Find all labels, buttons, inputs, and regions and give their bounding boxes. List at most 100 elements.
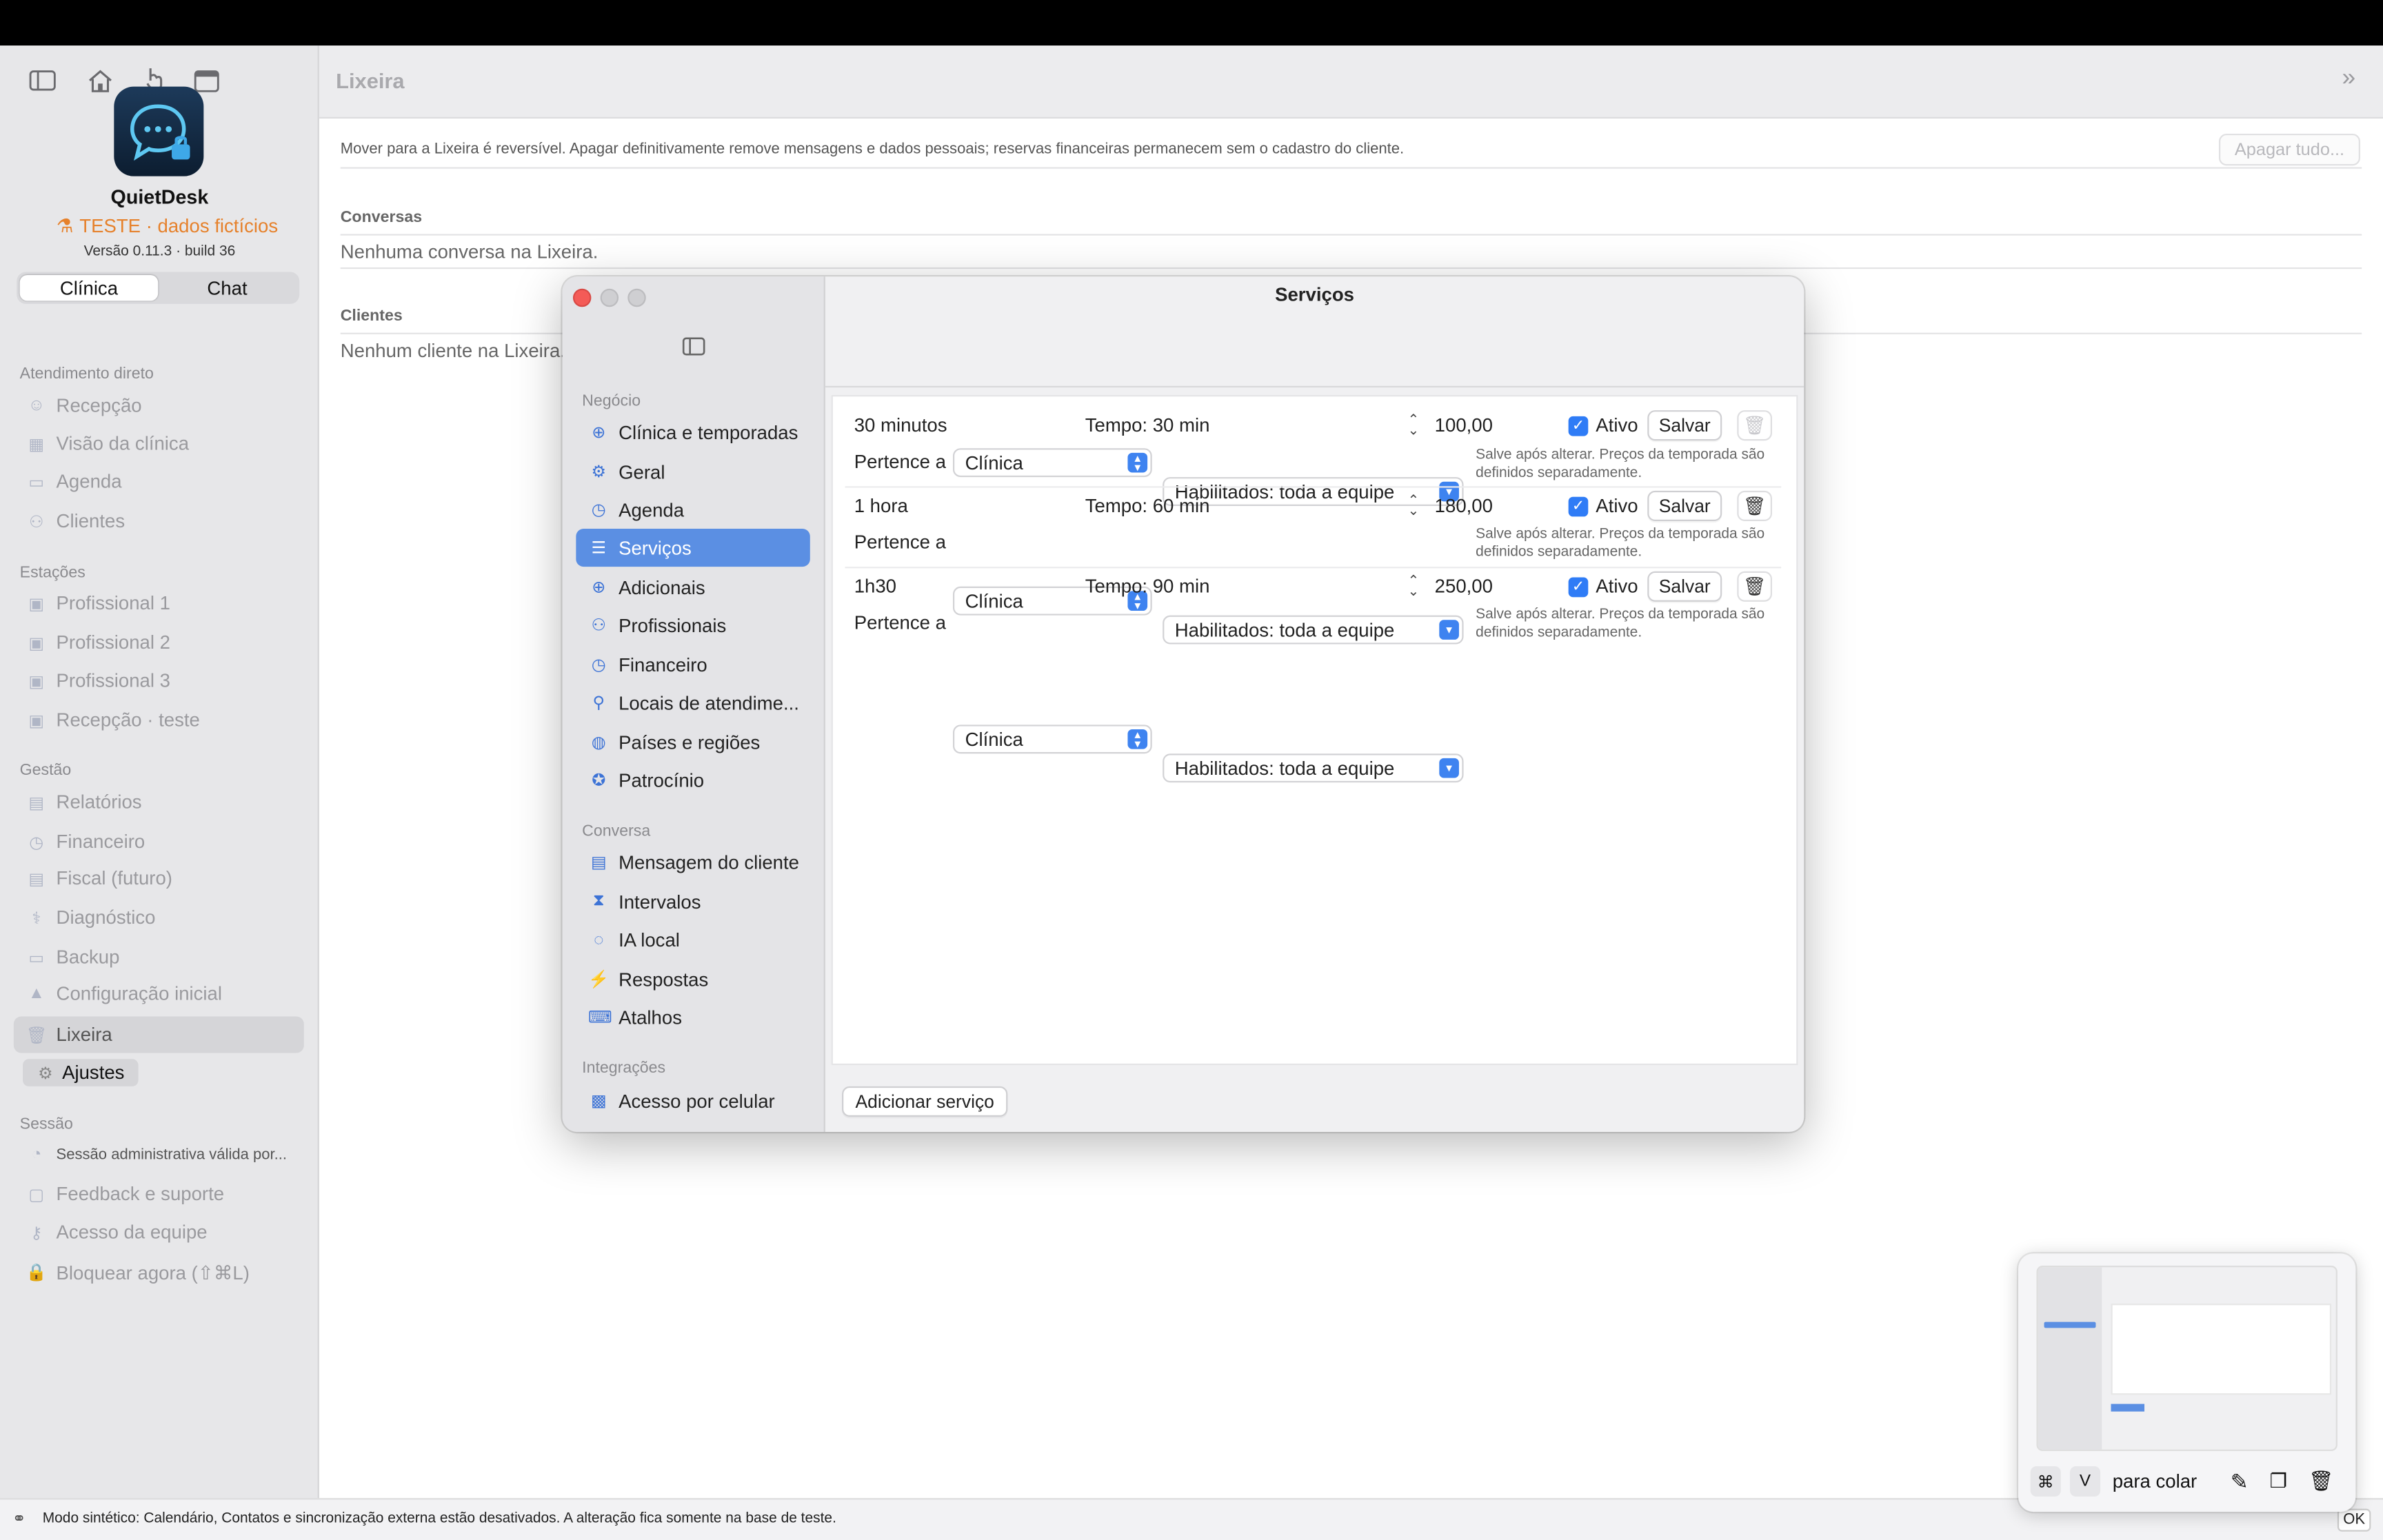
save-button[interactable]: Salvar bbox=[1647, 571, 1722, 602]
settings-item-paises[interactable]: ◍ Países e regiões bbox=[576, 723, 810, 761]
dialog-section-integracoes: Integrações bbox=[582, 1059, 666, 1077]
clipboard-preview: ⌘ V para colar ✎ ❐ 🗑 bbox=[2018, 1253, 2356, 1512]
settings-item-patrocinio[interactable]: ✪ Patrocínio bbox=[576, 761, 810, 799]
ajustes-button[interactable]: ⚙ Ajustes bbox=[23, 1059, 139, 1086]
apagar-tudo-button[interactable]: Apagar tudo... bbox=[2218, 133, 2360, 166]
service-name[interactable]: 1 hora bbox=[854, 496, 908, 517]
duration-stepper[interactable]: ⌃ ⌄ bbox=[1406, 574, 1421, 598]
sidebar-item-profissional-3[interactable]: ▣ Profissional 3 bbox=[26, 665, 307, 696]
person-wave-icon: ☺ bbox=[28, 396, 46, 415]
conversas-title: Conversas bbox=[340, 207, 423, 227]
sidebar-toggle-icon[interactable] bbox=[682, 336, 705, 363]
save-button[interactable]: Salvar bbox=[1647, 490, 1722, 522]
dialog-title: Serviços bbox=[1275, 284, 1354, 306]
sidebar-item-profissional-1[interactable]: ▣ Profissional 1 bbox=[26, 588, 307, 618]
list-icon: ☰ bbox=[591, 539, 607, 558]
settings-item-agenda[interactable]: ◷ Agenda bbox=[576, 491, 810, 529]
settings-item-respostas[interactable]: ⚡ Respostas bbox=[576, 960, 810, 998]
calendar-icon: ▭ bbox=[28, 473, 45, 492]
service-price[interactable]: 180,00 bbox=[1435, 496, 1493, 517]
staff-select[interactable]: Habilitados: toda a equipe ▾ bbox=[1163, 615, 1464, 645]
pencil-icon[interactable]: ✎ bbox=[2231, 1468, 2249, 1494]
map-pin-icon: ⚲ bbox=[592, 694, 605, 713]
sidebar-item-lixeira[interactable]: 🗑 Lixeira bbox=[26, 1020, 307, 1050]
sidebar-item-bloquear[interactable]: 🔒 Bloquear agora (⇧⌘L) bbox=[26, 1257, 307, 1287]
scope-value: Clínica bbox=[965, 452, 1023, 474]
settings-item-atalhos[interactable]: ⌨ Atalhos bbox=[576, 998, 810, 1036]
trash-icon[interactable]: 🗑 bbox=[2309, 1469, 2333, 1493]
sidebar-item-acesso-equipe[interactable]: ⚷ Acesso da equipe bbox=[26, 1217, 307, 1247]
delete-trash-icon[interactable]: 🗑 bbox=[1737, 410, 1772, 441]
service-duration: Tempo: 90 min bbox=[1085, 576, 1210, 598]
settings-item-mensagem-cliente[interactable]: ▤ Mensagem do cliente bbox=[576, 843, 810, 881]
scope-select[interactable]: Clínica ▴ ▾ bbox=[952, 448, 1152, 478]
chevron-double-right-icon[interactable]: » bbox=[2342, 65, 2356, 93]
message-icon: ▤ bbox=[590, 853, 607, 873]
delete-trash-icon[interactable]: 🗑 bbox=[1737, 571, 1772, 602]
divider bbox=[340, 167, 2362, 169]
settings-item-intervalos[interactable]: ⧗ Intervalos bbox=[576, 883, 810, 921]
settings-item-ia-local[interactable]: ◌ IA local bbox=[576, 921, 810, 959]
chevron-down-icon: ▾ bbox=[1439, 620, 1459, 640]
settings-item-acesso-celular[interactable]: ▩ Acesso por celular bbox=[576, 1082, 810, 1119]
settings-item-financeiro[interactable]: ◷ Financeiro bbox=[576, 646, 810, 684]
segment-clinica[interactable]: Clínica bbox=[19, 274, 159, 301]
sidebar-item-label: Bloquear agora (⇧⌘L) bbox=[56, 1262, 250, 1284]
sidebar-item-agenda[interactable]: ▭ Agenda bbox=[26, 467, 307, 497]
settings-item-geral[interactable]: ⚙ Geral bbox=[576, 453, 810, 491]
grid-icon: ▦ bbox=[28, 435, 45, 454]
copy-icon[interactable]: ❐ bbox=[2269, 1469, 2287, 1493]
clipboard-thumbnail[interactable] bbox=[2036, 1266, 2337, 1451]
ok-button[interactable]: OK bbox=[2337, 1508, 2371, 1532]
menu-bar bbox=[0, 0, 2383, 46]
sidebar-item-diagnostico[interactable]: ⚕ Diagnóstico bbox=[26, 902, 307, 933]
settings-item-label: Respostas bbox=[619, 969, 709, 990]
sidebar-item-relatorios[interactable]: ▤ Relatórios bbox=[26, 787, 307, 818]
sidebar-item-visao-clinica[interactable]: ▦ Visão da clínica bbox=[26, 429, 307, 459]
settings-item-profissionais[interactable]: ⚇ Profissionais bbox=[576, 606, 810, 644]
sidebar-toggle-icon[interactable] bbox=[28, 65, 58, 96]
close-window-button[interactable] bbox=[572, 288, 592, 307]
staff-select[interactable]: Habilitados: toda a equipe ▾ bbox=[1163, 753, 1464, 783]
scope-select[interactable]: Clínica ▴ ▾ bbox=[952, 725, 1152, 754]
minimize-window-button[interactable] bbox=[600, 288, 619, 307]
settings-item-label: Financeiro bbox=[619, 654, 707, 676]
add-service-button[interactable]: Adicionar serviço bbox=[842, 1086, 1008, 1117]
sidebar-item-label: Feedback e suporte bbox=[56, 1183, 225, 1205]
settings-item-locais[interactable]: ⚲ Locais de atendime... bbox=[576, 684, 810, 722]
sidebar-item-label: Profissional 3 bbox=[56, 670, 170, 691]
duration-stepper[interactable]: ⌃ ⌄ bbox=[1406, 493, 1421, 517]
test-mode-text: TESTE · dados fictícios bbox=[79, 215, 279, 237]
sidebar-item-feedback[interactable]: ▢ Feedback e suporte bbox=[26, 1179, 307, 1209]
active-checkbox[interactable]: ✓ bbox=[1568, 416, 1589, 436]
delete-trash-icon[interactable]: 🗑 bbox=[1737, 490, 1772, 522]
service-name[interactable]: 1h30 bbox=[854, 576, 896, 597]
zoom-window-button[interactable] bbox=[627, 288, 646, 307]
settings-item-adicionais[interactable]: ⊕ Adicionais bbox=[576, 568, 810, 606]
sidebar-item-configuracao-inicial[interactable]: ▲ Configuração inicial bbox=[26, 978, 307, 1009]
sidebar-item-clientes[interactable]: ⚇ Clientes bbox=[26, 506, 307, 536]
service-price[interactable]: 100,00 bbox=[1435, 415, 1493, 436]
sidebar-item-recepcao-teste[interactable]: ▣ Recepção · teste bbox=[26, 705, 307, 736]
sidebar-item-backup[interactable]: ▭ Backup bbox=[26, 942, 307, 973]
save-button[interactable]: Salvar bbox=[1647, 410, 1722, 441]
sidebar-item-profissional-2[interactable]: ▣ Profissional 2 bbox=[26, 627, 307, 658]
sidebar-item-label: Recepção bbox=[56, 395, 142, 416]
sidebar-item-fiscal[interactable]: ▤ Fiscal (futuro) bbox=[26, 863, 307, 893]
sidebar-item-financeiro[interactable]: ◷ Financeiro bbox=[26, 827, 307, 857]
service-price[interactable]: 250,00 bbox=[1435, 576, 1493, 597]
home-icon[interactable] bbox=[85, 65, 115, 96]
service-name[interactable]: 30 minutos bbox=[854, 415, 947, 436]
settings-item-clinica-temporadas[interactable]: ⊕ Clínica e temporadas bbox=[576, 414, 810, 452]
sidebar-item-sessao-admin[interactable]: ◔ Sessão administrativa válida por... bbox=[26, 1139, 307, 1170]
segment-chat[interactable]: Chat bbox=[158, 275, 296, 301]
staff-value: Habilitados: toda a equipe bbox=[1174, 619, 1395, 641]
duration-stepper[interactable]: ⌃ ⌄ bbox=[1406, 412, 1421, 436]
sidebar-item-recepcao[interactable]: ☺ Recepção bbox=[26, 390, 307, 421]
active-checkbox[interactable]: ✓ bbox=[1568, 577, 1589, 598]
lock-icon: 🔒 bbox=[26, 1263, 47, 1282]
settings-item-servicos[interactable]: ☰ Serviços bbox=[576, 529, 810, 567]
sidebar-item-label: Acesso da equipe bbox=[56, 1222, 208, 1243]
chevron-down-icon: ▾ bbox=[1439, 758, 1459, 778]
active-checkbox[interactable]: ✓ bbox=[1568, 496, 1589, 517]
